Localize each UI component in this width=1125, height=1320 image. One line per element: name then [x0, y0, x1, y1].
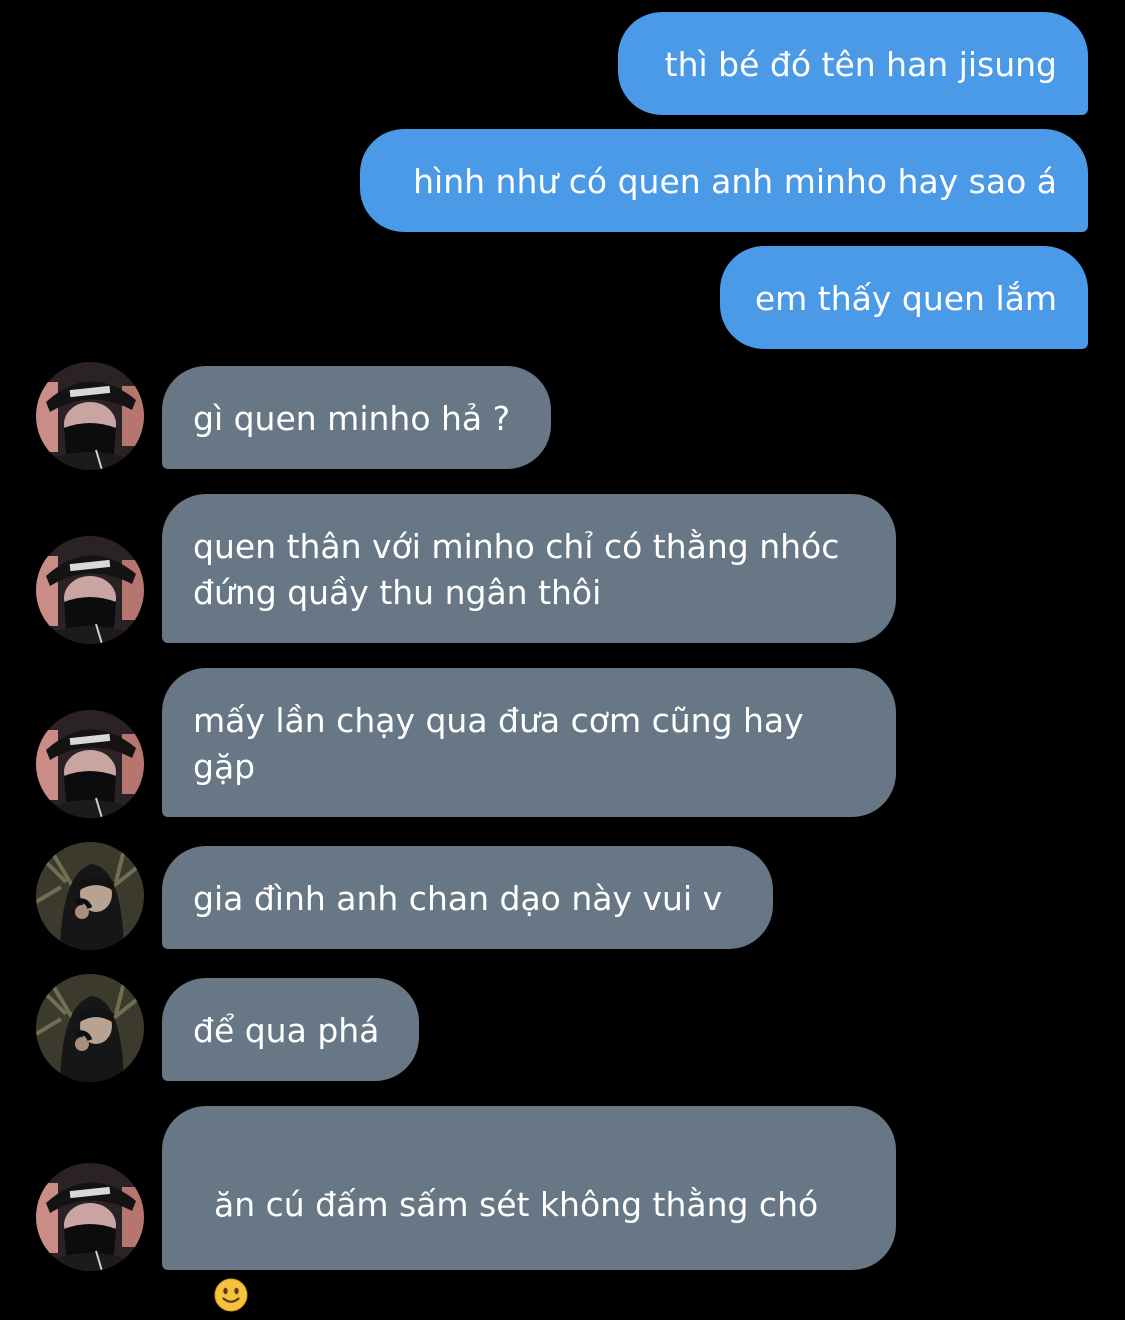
incoming-message-3[interactable]: mấy lần chạy qua đưa cơm cũng hay gặp [162, 668, 896, 817]
sender-avatar[interactable] [36, 362, 144, 470]
incoming-message-6[interactable]: ăn cú đấm sấm sét không thằng chó [162, 1106, 896, 1312]
outgoing-message-2[interactable]: hình như có quen anh minho hay sao á [360, 129, 1088, 232]
sender-avatar[interactable] [36, 1163, 144, 1271]
sender-avatar[interactable] [36, 842, 144, 950]
message-text: ăn cú đấm sấm sét không thằng chó [213, 1185, 819, 1224]
sender-avatar[interactable] [36, 536, 144, 644]
outgoing-message-1[interactable]: thì bé đó tên han jisung [618, 12, 1088, 115]
sender-avatar[interactable] [36, 974, 144, 1082]
incoming-message-2[interactable]: quen thân với minho chỉ có thằng nhóc đứ… [162, 494, 896, 643]
incoming-message-4[interactable]: gia đình anh chan dạo này vui v [162, 846, 773, 949]
outgoing-message-3[interactable]: em thấy quen lắm [720, 246, 1088, 349]
slightly-smiling-face-emoji-icon [214, 1278, 248, 1312]
incoming-message-1[interactable]: gì quen minho hả ? [162, 366, 551, 469]
sender-avatar[interactable] [36, 710, 144, 818]
incoming-message-5[interactable]: để qua phá [162, 978, 419, 1081]
